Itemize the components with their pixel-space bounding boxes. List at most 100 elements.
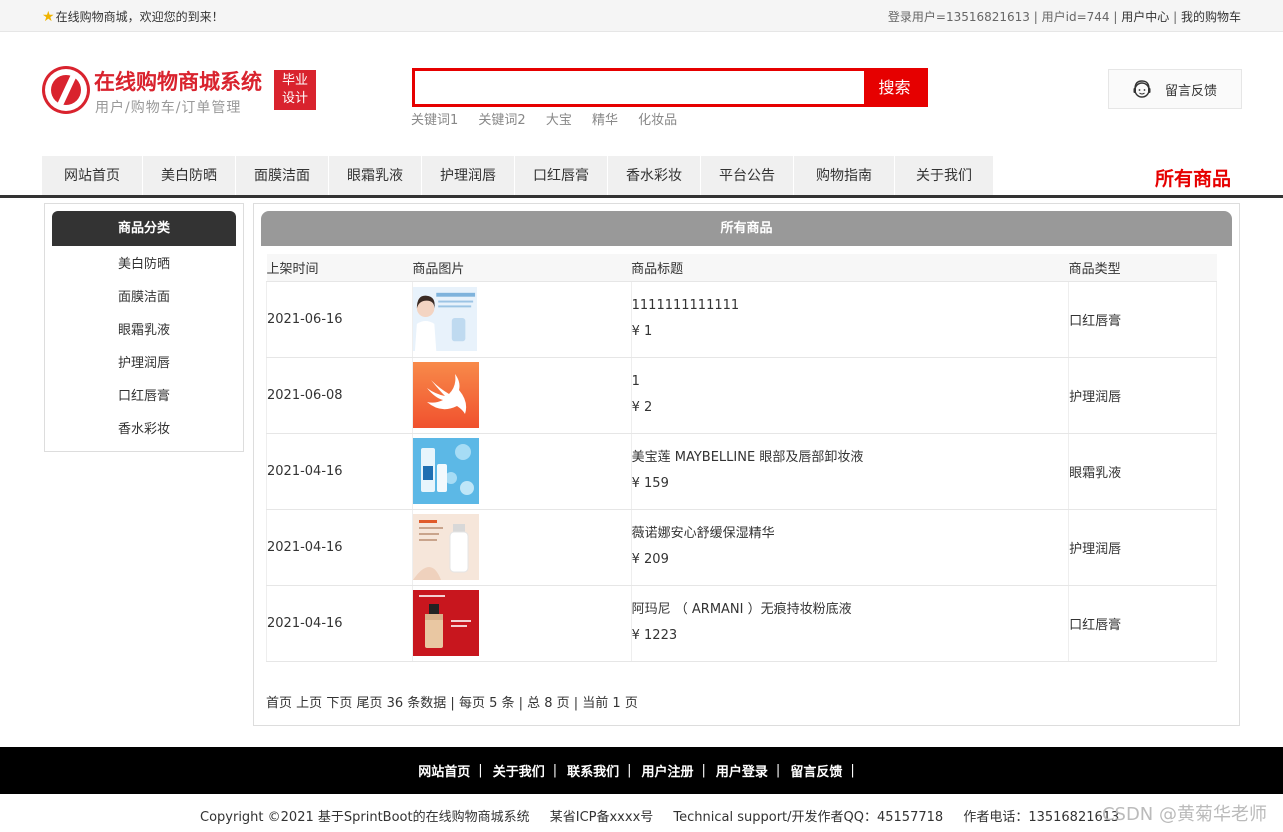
table-row[interactable]: 2021-06-08 1 ¥ 2 护理润唇 [266, 357, 1217, 434]
product-type: 护理润唇 [1068, 357, 1217, 434]
separator: | [627, 763, 632, 778]
product-type: 口红唇膏 [1068, 585, 1217, 662]
site-logo[interactable]: 在线购物商城系统 用户/购物车/订单管理 毕业 设计 [42, 66, 322, 116]
nav-item-perfume[interactable]: 香水彩妆 [608, 156, 701, 196]
table-row[interactable]: 2021-04-16 薇诺娜安心舒缓保湿精华 ¥ 209 护理润唇 [266, 509, 1217, 586]
product-image[interactable] [412, 286, 477, 352]
keyword-link[interactable]: 精华 [592, 113, 618, 128]
product-panel: 所有商品 上架时间 商品图片 商品标题 商品类型 2021-06-16 1111… [253, 203, 1240, 726]
last-page-link[interactable]: 尾页 [356, 696, 382, 711]
product-price: ¥ 1223 [631, 628, 678, 643]
image-cell [412, 357, 632, 434]
product-info[interactable]: 1111111111111 ¥ 1 [631, 281, 1070, 358]
feedback-label: 留言反馈 [1165, 83, 1218, 99]
footer-link-feedback[interactable]: 留言反馈 [790, 761, 842, 780]
user-info: 登录用户=13516821613 | 用户id=744 | 用户中心 | 我的购… [888, 8, 1241, 25]
footer-link-home[interactable]: 网站首页 [418, 761, 470, 780]
panel-title: 所有商品 [261, 211, 1232, 246]
icp-text: 某省ICP备xxxx号 [549, 810, 654, 825]
sidebar-item-eye-cream[interactable]: 眼霜乳液 [45, 314, 243, 347]
table-header-row: 上架时间 商品图片 商品标题 商品类型 [266, 254, 1217, 282]
footer-link-contact[interactable]: 联系我们 [567, 761, 619, 780]
nav-item-announcement[interactable]: 平台公告 [701, 156, 794, 196]
search-input[interactable] [415, 71, 867, 104]
sidebar-item-perfume[interactable]: 香水彩妆 [45, 413, 243, 446]
table-row[interactable]: 2021-06-16 1111111111111 ¥ 1 口红唇膏 [266, 281, 1217, 358]
product-date: 2021-04-16 [266, 585, 413, 662]
login-user: 登录用户=13516821613 [887, 10, 1030, 24]
product-title[interactable]: 阿玛尼 （ ARMANI ）无痕持妆粉底液 [632, 597, 1069, 623]
cart-link[interactable]: 我的购物车 [1181, 10, 1241, 24]
sidebar-item-lip-care[interactable]: 护理润唇 [45, 347, 243, 380]
sidebar-item-mask[interactable]: 面膜洁面 [45, 281, 243, 314]
separator: | [850, 763, 855, 778]
nav-item-guide[interactable]: 购物指南 [794, 156, 895, 196]
support-text: Technical support/开发作者QQ：45157718 [673, 810, 944, 825]
footer-link-register[interactable]: 用户注册 [642, 761, 694, 780]
footer-link-login[interactable]: 用户登录 [716, 761, 768, 780]
separator: | [552, 763, 558, 778]
table-row[interactable]: 2021-04-16 美宝莲 MAYBELLINE 眼部及唇部卸妆液 ¥ 159 [266, 433, 1217, 510]
hot-keywords: 关键词1 关键词2 大宝 精华 化妆品 [411, 109, 693, 128]
product-price: ¥ 1 [631, 324, 653, 339]
product-title[interactable]: 1 [632, 369, 1069, 395]
keyword-link[interactable]: 关键词2 [478, 113, 525, 128]
sidebar-title: 商品分类 [52, 211, 236, 246]
prev-page-link[interactable]: 上页 [296, 696, 322, 711]
nav-item-lipstick[interactable]: 口红唇膏 [515, 156, 608, 196]
nav-item-home[interactable]: 网站首页 [42, 156, 143, 196]
product-info[interactable]: 美宝莲 MAYBELLINE 眼部及唇部卸妆液 ¥ 159 [631, 433, 1070, 510]
image-cell [412, 433, 632, 510]
nav-item-mask[interactable]: 面膜洁面 [236, 156, 329, 196]
keyword-link[interactable]: 化妆品 [638, 113, 677, 128]
footer-link-about[interactable]: 关于我们 [493, 761, 545, 780]
customer-service-icon [1133, 80, 1151, 98]
search-button[interactable]: 搜索 [864, 71, 925, 104]
sidebar-item-whitening[interactable]: 美白防晒 [45, 248, 243, 281]
category-sidebar: 商品分类 美白防晒 面膜洁面 眼霜乳液 护理润唇 口红唇膏 香水彩妆 [44, 203, 244, 452]
product-image[interactable] [412, 438, 479, 504]
badge-line1: 毕业 [281, 73, 308, 88]
product-date: 2021-04-16 [266, 433, 413, 510]
product-title[interactable]: 美宝莲 MAYBELLINE 眼部及唇部卸妆液 [632, 445, 1069, 471]
product-image[interactable] [412, 590, 479, 656]
product-info[interactable]: 1 ¥ 2 [631, 357, 1070, 434]
nav-item-eye-cream[interactable]: 眼霜乳液 [329, 156, 422, 196]
feedback-button[interactable]: 留言反馈 [1108, 69, 1242, 109]
nav-item-lip-care[interactable]: 护理润唇 [422, 156, 515, 196]
image-cell [412, 509, 632, 586]
product-price: ¥ 159 [631, 476, 669, 491]
table-row[interactable]: 2021-04-16 阿玛尼 （ ARMANI ）无痕持妆粉底液 ¥ 1223 [266, 585, 1217, 662]
product-info[interactable]: 薇诺娜安心舒缓保湿精华 ¥ 209 [631, 509, 1070, 586]
separator: | [478, 763, 483, 778]
nav-item-about[interactable]: 关于我们 [895, 156, 994, 196]
separator: | [1173, 10, 1178, 24]
product-image[interactable] [412, 514, 479, 580]
copyright-text: Copyright ©2021 基于SprintBoot的在线购物商城系统 [200, 810, 530, 825]
copyright: Copyright ©2021 基于SprintBoot的在线购物商城系统 某省… [200, 806, 1135, 825]
first-page-link[interactable]: 首页 [266, 696, 292, 711]
site-name: 在线购物商城系统 [94, 70, 262, 94]
user-id: 用户id=744 [1041, 10, 1110, 24]
nav-item-whitening[interactable]: 美白防晒 [143, 156, 236, 196]
separator: | [775, 763, 781, 778]
product-title[interactable]: 薇诺娜安心舒缓保湿精华 [632, 521, 1069, 547]
product-info[interactable]: 阿玛尼 （ ARMANI ）无痕持妆粉底液 ¥ 1223 [631, 585, 1070, 662]
product-image[interactable] [412, 362, 479, 428]
top-bar: ★ 在线购物商城，欢迎您的到来！ 登录用户=13516821613 | 用户id… [0, 0, 1283, 32]
keyword-link[interactable]: 关键词1 [411, 113, 458, 128]
search-box: 搜索 [412, 68, 928, 107]
welcome-message: ★ 在线购物商城，欢迎您的到来！ [42, 8, 224, 25]
keyword-link[interactable]: 大宝 [546, 113, 572, 128]
next-page-link[interactable]: 下页 [326, 696, 352, 711]
pager-summary: 36 条数据 | 每页 5 条 | 总 8 页 | 当前 1 页 [386, 696, 638, 711]
image-cell [412, 281, 632, 358]
user-center-link[interactable]: 用户中心 [1121, 10, 1169, 24]
column-header: 商品图片 [412, 254, 632, 282]
product-date: 2021-06-16 [266, 281, 413, 358]
star-icon: ★ [42, 8, 55, 25]
phone-text: 作者电话：13516821613 [963, 810, 1120, 825]
product-title[interactable]: 1111111111111 [632, 293, 1069, 319]
sidebar-item-lipstick[interactable]: 口红唇膏 [45, 380, 243, 413]
product-price: ¥ 2 [631, 400, 653, 415]
